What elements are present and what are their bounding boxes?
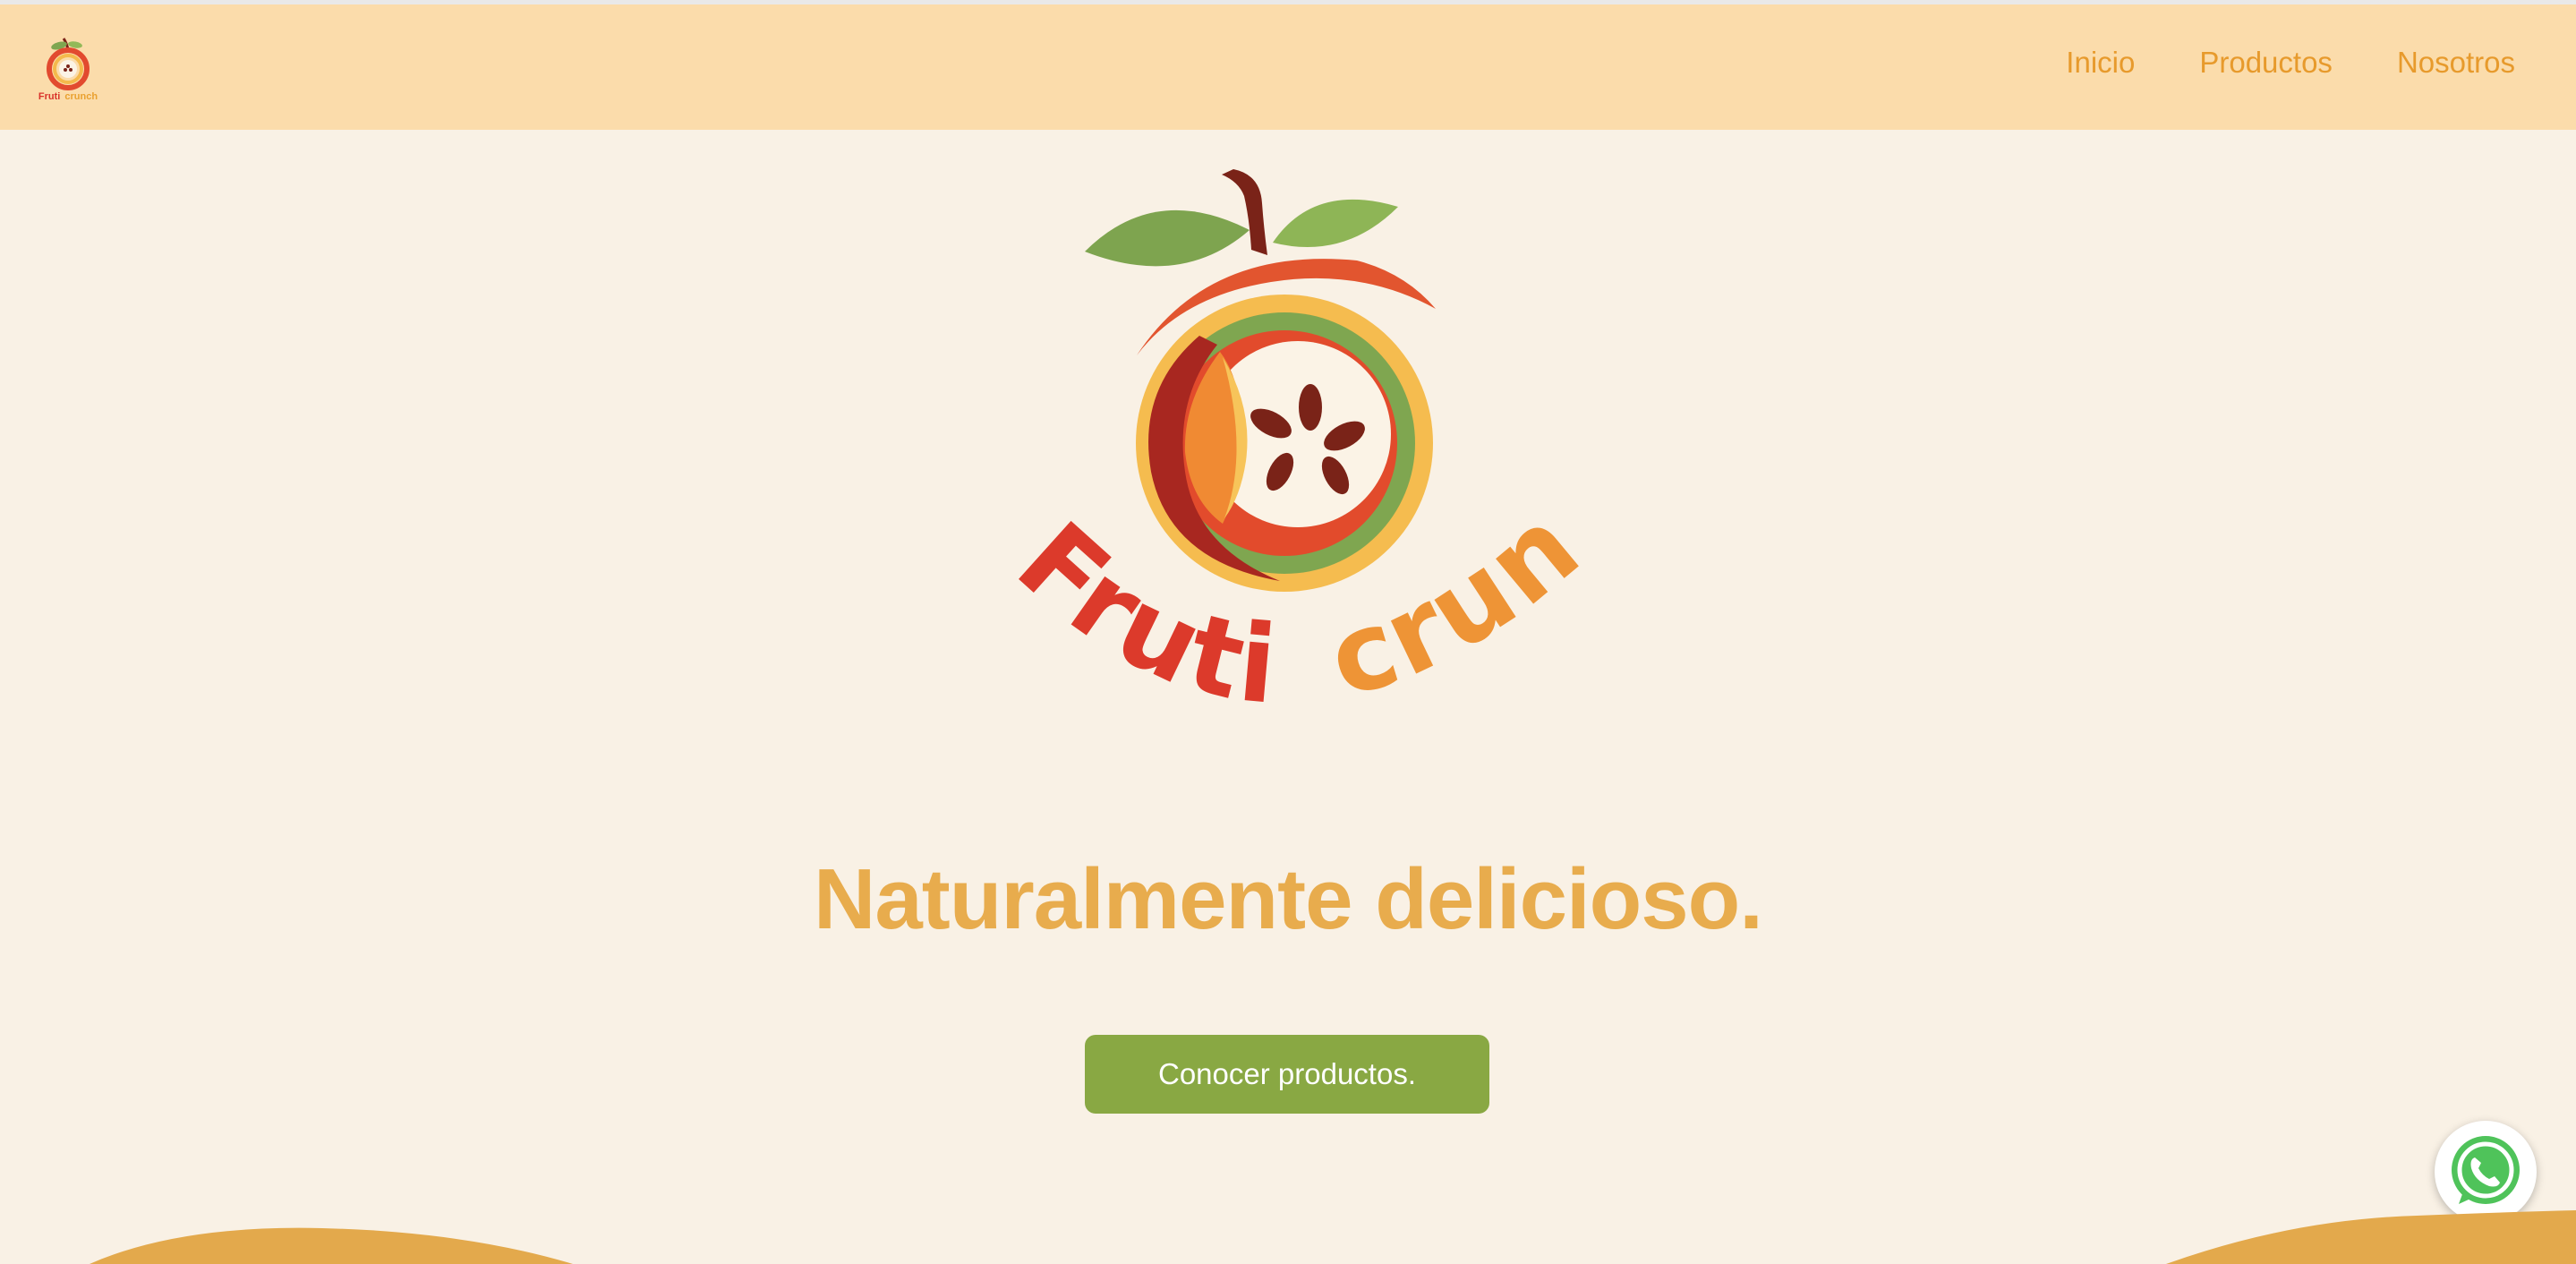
nav-logo-word-1: Fruti (38, 91, 60, 102)
nav-link-productos[interactable]: Productos (2199, 46, 2333, 80)
footer-wave (90, 1210, 2576, 1264)
nav-link-inicio[interactable]: Inicio (2066, 46, 2135, 80)
svg-text:Fruti crunch: Fruti crunch (38, 91, 98, 102)
nav-menu: Inicio Productos Nosotros (2066, 46, 2515, 80)
logo-leaf-left (1085, 209, 1250, 267)
nav-logo-word-2: crunch (64, 91, 98, 102)
hero-tagline: Naturalmente delicioso. (814, 851, 1763, 947)
nav-link-nosotros[interactable]: Nosotros (2397, 46, 2515, 80)
nav-logo[interactable]: Fruti crunch (32, 33, 104, 105)
navbar: Fruti crunch Inicio Productos Nosotros (0, 4, 2576, 130)
conocer-productos-button[interactable]: Conocer productos. (1085, 1035, 1489, 1114)
logo-leaf-right (1273, 199, 1398, 247)
hero-logo: Fruti crunch (985, 157, 1601, 729)
